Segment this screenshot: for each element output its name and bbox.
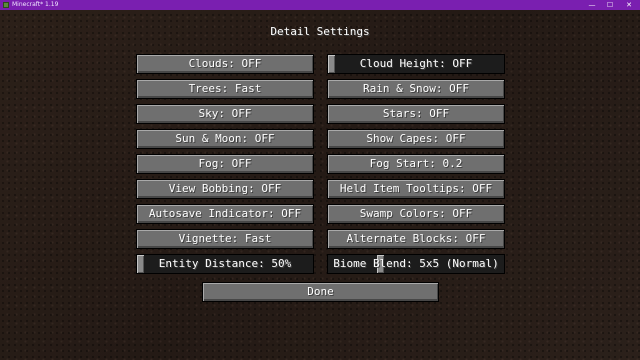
sun-moon-button[interactable]: Sun & Moon: OFF xyxy=(136,129,314,149)
rain-snow-button[interactable]: Rain & Snow: OFF xyxy=(327,79,505,99)
entity-distance-slider[interactable]: Entity Distance: 50% xyxy=(136,254,314,274)
vignette-button[interactable]: Vignette: Fast xyxy=(136,229,314,249)
swamp-colors-button[interactable]: Swamp Colors: OFF xyxy=(327,204,505,224)
fog-start-button[interactable]: Fog Start: 0.2 xyxy=(327,154,505,174)
slider-knob[interactable] xyxy=(328,55,335,73)
entity-distance-label: Entity Distance: 50% xyxy=(158,257,292,270)
minecraft-app-icon xyxy=(3,2,9,8)
window-titlebar: Minecraft* 1.19 — ☐ ✕ xyxy=(0,0,640,10)
sky-button[interactable]: Sky: OFF xyxy=(136,104,314,124)
autosave-indicator-button[interactable]: Autosave Indicator: OFF xyxy=(136,204,314,224)
biome-blend-slider[interactable]: Biome Blend: 5x5 (Normal) xyxy=(327,254,505,274)
window-title: Minecraft* 1.19 xyxy=(12,1,59,8)
close-icon[interactable]: ✕ xyxy=(622,0,636,10)
stars-button[interactable]: Stars: OFF xyxy=(327,104,505,124)
screen-title: Detail Settings xyxy=(270,25,370,38)
trees-button[interactable]: Trees: Fast xyxy=(136,79,314,99)
view-bobbing-button[interactable]: View Bobbing: OFF xyxy=(136,179,314,199)
slider-knob[interactable] xyxy=(137,255,144,273)
cloud-height-label: Cloud Height: OFF xyxy=(359,57,473,70)
cloud-height-slider[interactable]: Cloud Height: OFF xyxy=(327,54,505,74)
held-item-tooltips-button[interactable]: Held Item Tooltips: OFF xyxy=(327,179,505,199)
minimize-icon[interactable]: — xyxy=(585,0,599,10)
biome-blend-label: Biome Blend: 5x5 (Normal) xyxy=(333,257,499,270)
clouds-button[interactable]: Clouds: OFF xyxy=(136,54,314,74)
alternate-blocks-button[interactable]: Alternate Blocks: OFF xyxy=(327,229,505,249)
fog-button[interactable]: Fog: OFF xyxy=(136,154,314,174)
done-button[interactable]: Done xyxy=(202,282,439,302)
show-capes-button[interactable]: Show Capes: OFF xyxy=(327,129,505,149)
maximize-icon[interactable]: ☐ xyxy=(603,0,617,10)
